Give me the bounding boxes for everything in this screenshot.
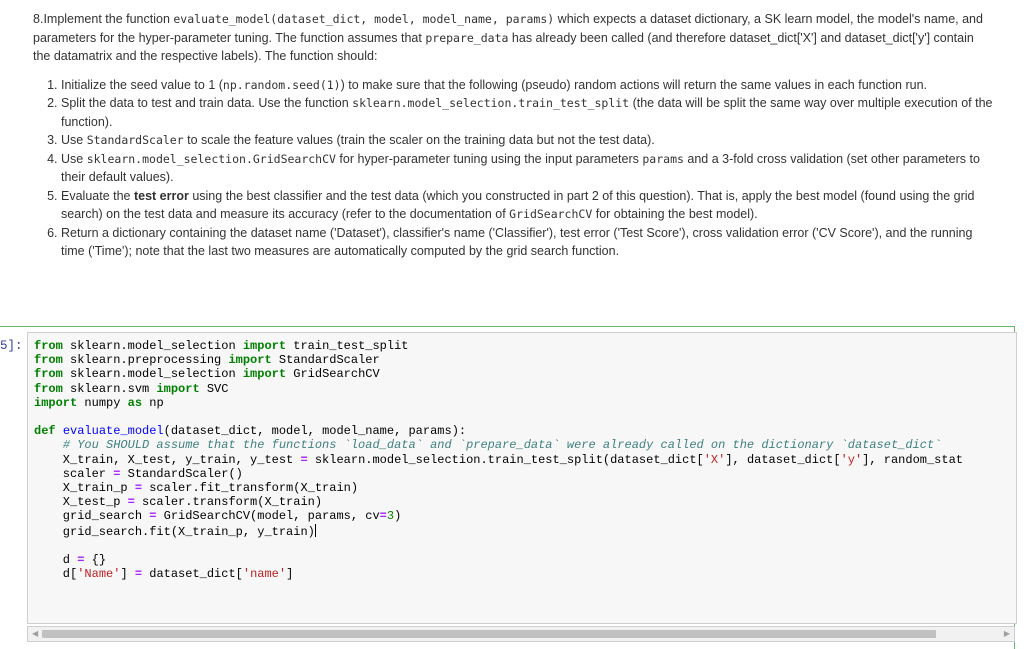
step-code: sklearn.model_selection.train_test_split [352,96,630,110]
step-code: StandardScaler [86,133,184,147]
intro-paragraph: 8.Implement the function evaluate_model(… [33,10,993,66]
step-bold: test error [133,188,189,203]
code-editor[interactable]: from sklearn.model_selection import trai… [27,332,1017,624]
step-item: Split the data to test and train data. U… [61,94,993,131]
intro-code-b: prepare_data [425,30,509,45]
scroll-right-arrow-icon[interactable]: ▶ [1004,629,1010,638]
intro-text-a: Implement the function [43,12,174,26]
step-text: ) to make sure that the following (pseud… [340,77,928,92]
step-code: params [642,151,684,166]
step-text: Evaluate the [61,188,134,203]
code-text[interactable]: from sklearn.model_selection import trai… [34,339,963,581]
step-item: Initialize the seed value to 1 (np.rando… [61,76,993,95]
step-item: Use sklearn.model_selection.GridSearchCV… [61,150,993,187]
step-text: Initialize the seed value to 1 ( [61,77,223,92]
step-text: for hyper-parameter tuning using the inp… [335,151,643,166]
cell-prompt: 5]: [0,339,23,353]
step-text: Split the data to test and train data. U… [61,96,353,110]
step-code: GridSearchCV [509,207,593,221]
step-text: for obtaining the best model). [592,207,758,221]
step-item: Evaluate the test error using the best c… [61,187,993,224]
steps-list: Initialize the seed value to 1 (np.rando… [33,76,993,261]
step-text: to scale the feature values (train the s… [183,133,655,147]
text-caret [314,523,316,537]
step-item: Return a dictionary containing the datas… [61,224,993,261]
scroll-left-arrow-icon[interactable]: ◀ [32,629,38,638]
step-code: np.random.seed(1) [222,77,341,92]
step-text: Return a dictionary containing the datas… [61,225,973,259]
step-item: Use StandardScaler to scale the feature … [61,131,993,150]
scrollbar-thumb[interactable] [42,630,936,638]
step-text: Use [61,133,87,147]
step-code: sklearn.model_selection.GridSearchCV [86,151,336,166]
step-text: Use [61,151,87,166]
horizontal-scrollbar[interactable]: ◀ ▶ [27,626,1015,642]
intro-code-a: evaluate_model(dataset_dict, model, mode… [173,12,555,26]
intro-number: 8. [33,12,44,26]
markdown-cell: 8.Implement the function evaluate_model(… [33,10,993,261]
